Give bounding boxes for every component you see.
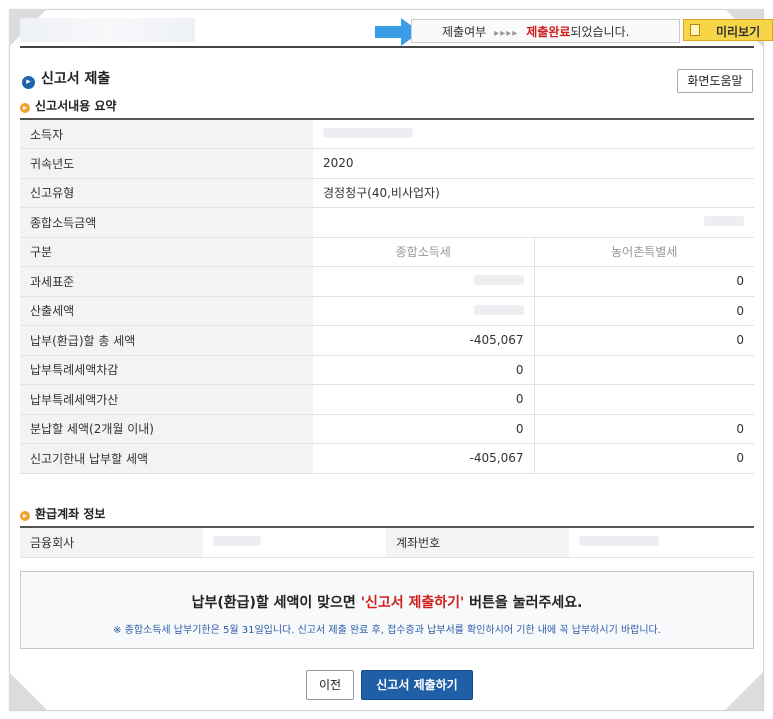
preview-button[interactable]: 미리보기 [683, 19, 773, 41]
row-label: 납부특례세액차감 [20, 355, 313, 385]
row-value [313, 119, 754, 149]
row-label: 납부특례세액가산 [20, 384, 313, 415]
notice-highlight: '신고서 제출하기' [360, 595, 465, 611]
row-label: 납부(환급)할 총 세액 [20, 325, 313, 356]
preview-label: 미리보기 [716, 25, 761, 39]
table-row: 금융회사 계좌번호 [20, 527, 754, 558]
account-table: 금융회사 계좌번호 [20, 526, 754, 558]
row-value: 0 [533, 325, 754, 356]
column-header: 농어촌특별세 [533, 237, 754, 267]
blurred-value [213, 536, 261, 547]
row-value [533, 384, 754, 415]
status-arrows: ▸▸▸▸ [494, 28, 519, 39]
table-row: 과세표준 0 [20, 266, 754, 297]
row-value: 0 [313, 355, 534, 385]
row-value: 0 [533, 414, 754, 444]
row-value: 0 [533, 266, 754, 297]
table-row: 납부특례세액차감 0 [20, 355, 754, 385]
notice-sub: ※ 종합소득세 납부기한은 5월 31일입니다. 신고서 제출 완료 후, 접수… [113, 625, 661, 636]
bank-label: 금융회사 [20, 527, 203, 558]
arrow-circle-icon: ▸ [22, 76, 35, 89]
corner-decoration [9, 672, 47, 710]
help-button[interactable]: 화면도움말 [677, 69, 753, 93]
bullet-icon: ▸ [20, 511, 30, 521]
row-label: 소득자 [20, 119, 313, 149]
row-label: 귀속년도 [20, 148, 313, 179]
account-section-text: 환급계좌 정보 [35, 507, 106, 521]
blurred-value [704, 216, 744, 227]
row-label: 신고기한내 납부할 세액 [20, 443, 313, 474]
table-row: 소득자 [20, 119, 754, 149]
row-value: 0 [533, 443, 754, 474]
summary-section-text: 신고서내용 요약 [35, 99, 117, 113]
summary-table: 소득자 귀속년도 2020 신고유형 경정청구(40,비사업자) 종합소득금액 … [20, 118, 754, 474]
table-row: 신고기한내 납부할 세액 -405,067 0 [20, 443, 754, 474]
row-value [533, 355, 754, 385]
summary-section-title: ▸ 신고서내용 요약 [20, 97, 116, 114]
table-row: 종합소득금액 [20, 207, 754, 238]
page-title: ▸ 신고서 제출 [22, 68, 110, 89]
top-status-bar: 제출여부 ▸▸▸▸ 제출완료되었습니다. 미리보기 [20, 18, 773, 48]
table-row: 신고유형 경정청구(40,비사업자) [20, 178, 754, 208]
row-label: 분납할 세액(2개월 이내) [20, 414, 313, 444]
notice-box: 납부(환급)할 세액이 맞으면 '신고서 제출하기' 버튼을 눌러주세요. ※ … [20, 571, 754, 649]
page-title-text: 신고서 제출 [41, 71, 111, 87]
corner-decoration [725, 672, 763, 710]
column-header: 구분 [20, 237, 313, 267]
document-icon [690, 24, 700, 36]
submission-status-box: 제출여부 ▸▸▸▸ 제출완료되었습니다. [411, 19, 680, 43]
notice-main: 납부(환급)할 세액이 맞으면 '신고서 제출하기' 버튼을 눌러주세요. [21, 592, 753, 612]
row-value [313, 207, 754, 238]
row-value [313, 266, 534, 297]
table-row: 산출세액 0 [20, 296, 754, 326]
notice-text: 납부(환급)할 세액이 맞으면 [191, 595, 361, 611]
row-value: -405,067 [313, 325, 534, 356]
submit-button[interactable]: 신고서 제출하기 [361, 670, 473, 700]
account-number-value [569, 527, 754, 558]
table-row: 귀속년도 2020 [20, 148, 754, 179]
prev-button[interactable]: 이전 [306, 670, 354, 700]
blurred-user-info [20, 18, 195, 42]
column-header: 종합소득세 [313, 237, 534, 267]
row-value: 2020 [313, 148, 754, 179]
bullet-icon: ▸ [20, 103, 30, 113]
blurred-value [473, 304, 524, 315]
bank-value [203, 527, 386, 558]
row-value: 0 [313, 384, 534, 415]
row-value: 0 [533, 296, 754, 326]
row-value: -405,067 [313, 443, 534, 474]
table-row: 납부특례세액가산 0 [20, 384, 754, 415]
table-row: 납부(환급)할 총 세액 -405,067 0 [20, 325, 754, 356]
row-label: 종합소득금액 [20, 207, 313, 238]
row-label: 과세표준 [20, 266, 313, 297]
status-suffix: 되었습니다. [570, 25, 630, 39]
row-value: 경정청구(40,비사업자) [313, 178, 754, 208]
row-value [313, 296, 534, 326]
status-label: 제출여부 [442, 25, 487, 39]
blurred-value [323, 128, 413, 138]
account-number-label: 계좌번호 [386, 527, 569, 558]
status-done: 제출완료 [526, 25, 571, 39]
blurred-value [579, 536, 659, 547]
row-label: 산출세액 [20, 296, 313, 326]
table-header-row: 구분 종합소득세 농어촌특별세 [20, 237, 754, 267]
account-section-title: ▸ 환급계좌 정보 [20, 505, 105, 522]
table-row: 분납할 세액(2개월 이내) 0 0 [20, 414, 754, 444]
notice-text: 버튼을 눌러주세요. [464, 595, 583, 611]
row-value: 0 [313, 414, 534, 444]
blurred-value [473, 275, 524, 286]
row-label: 신고유형 [20, 178, 313, 208]
